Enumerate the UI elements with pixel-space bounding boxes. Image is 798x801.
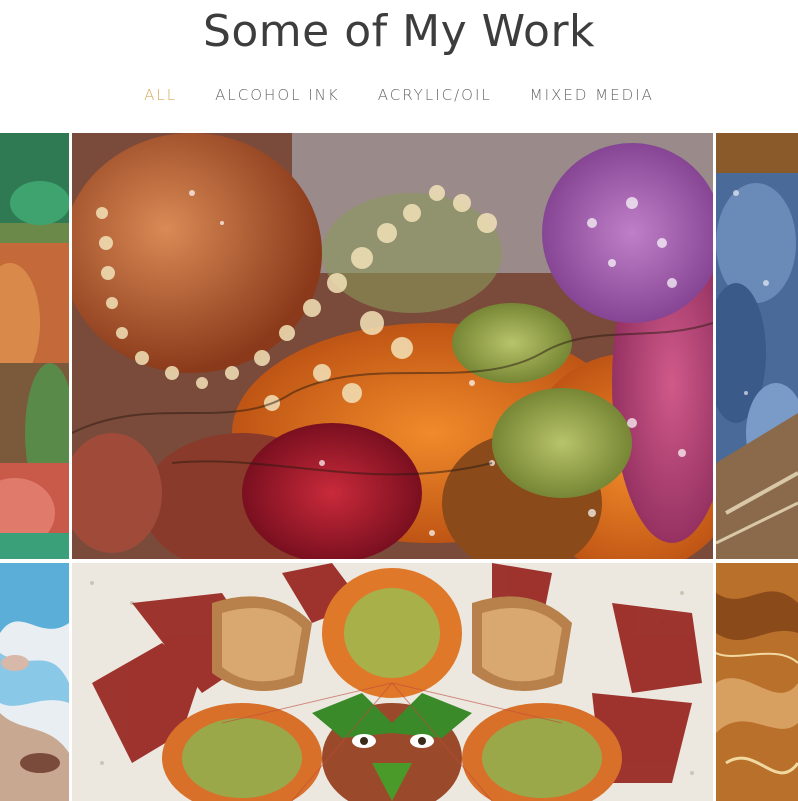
page-title: Some of My Work <box>202 6 596 57</box>
portfolio-filter-bar: ALL ALCOHOL INK ACRYLIC/OIL MIXED MEDIA <box>0 86 798 104</box>
artwork-image <box>72 133 713 559</box>
portfolio-gallery <box>0 133 798 801</box>
gallery-item-left-bottom[interactable] <box>0 563 69 801</box>
filter-acrylic-oil[interactable]: ACRYLIC/OIL <box>378 86 492 104</box>
artwork-image <box>72 563 713 801</box>
gallery-item-harvest[interactable] <box>72 133 713 559</box>
gallery-item-left-top[interactable] <box>0 133 69 559</box>
artwork-image <box>0 133 69 559</box>
gallery-item-leaf-face[interactable] <box>72 563 713 801</box>
filter-all[interactable]: ALL <box>144 86 177 104</box>
artwork-image <box>716 563 798 801</box>
filter-alcohol-ink[interactable]: ALCOHOL INK <box>215 86 340 104</box>
gallery-item-right-top[interactable] <box>716 133 798 559</box>
artwork-image <box>716 133 798 559</box>
filter-mixed-media[interactable]: MIXED MEDIA <box>530 86 654 104</box>
gallery-item-right-bottom[interactable] <box>716 563 798 801</box>
artwork-image <box>0 563 69 801</box>
